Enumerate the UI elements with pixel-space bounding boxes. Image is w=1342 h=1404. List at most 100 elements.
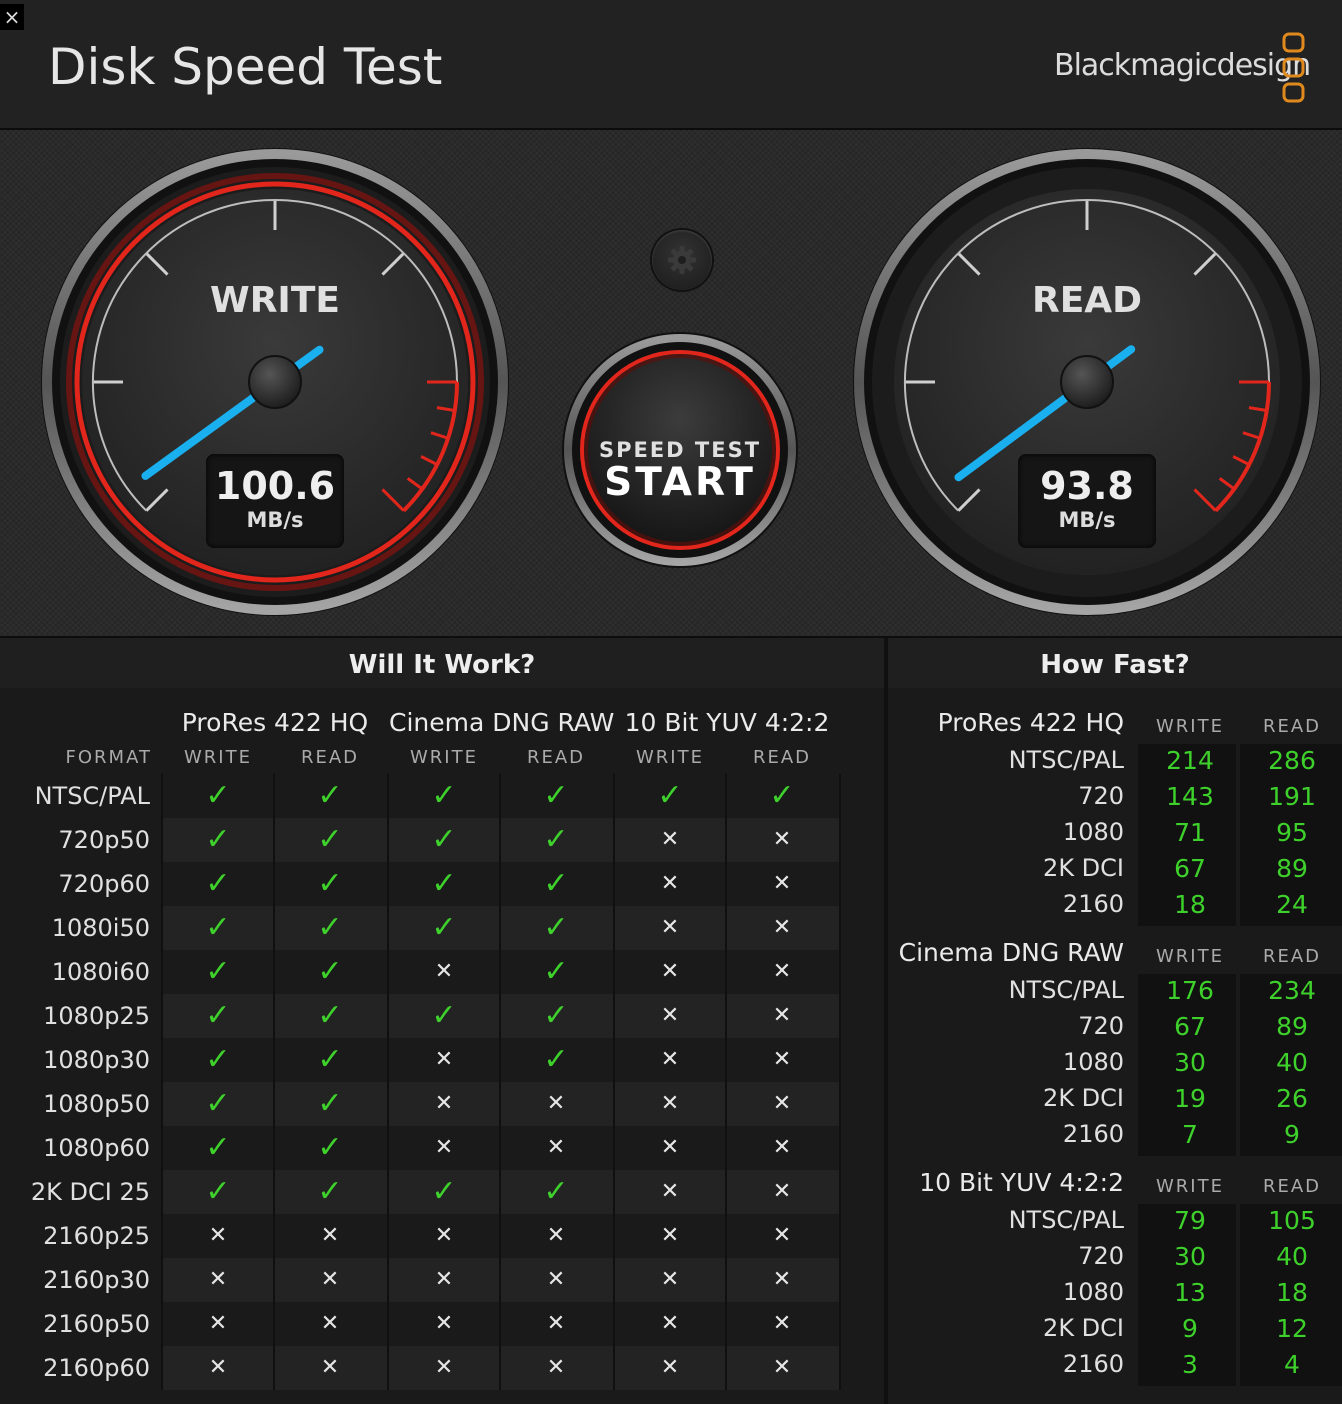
how-fast-write-value: 30	[1174, 1048, 1206, 1077]
close-icon: ×	[3, 5, 21, 29]
cross-icon: ✕	[434, 1047, 454, 1072]
read-write-column-header: WRITE	[636, 747, 704, 768]
check-icon: ✓	[431, 778, 457, 813]
table-row: 2K DCI 25 ✓ ✓ ✓ ✓ ✕ ✕	[0, 1170, 840, 1214]
how-fast-read-value: 40	[1276, 1048, 1308, 1077]
check-icon: ✓	[769, 778, 795, 813]
cross-icon: ✕	[660, 827, 680, 852]
will-it-work-header: Will It Work?	[0, 638, 884, 688]
check-icon: ✓	[317, 866, 343, 901]
how-fast-read-header: READ	[1262, 946, 1322, 967]
how-fast-write-header: WRITE	[1156, 716, 1224, 737]
how-fast-format-label: 2K DCI	[1043, 1314, 1124, 1342]
cross-icon: ✕	[660, 1091, 680, 1116]
how-fast-write-value: 79	[1174, 1206, 1206, 1235]
how-fast-format-label: 720	[1078, 1242, 1124, 1270]
how-fast-read-value: 9	[1284, 1120, 1300, 1149]
how-fast-write-value: 67	[1174, 1012, 1206, 1041]
how-fast-read-value: 191	[1268, 782, 1316, 811]
how-fast-write-value: 7	[1182, 1120, 1198, 1149]
format-label: NTSC/PAL	[34, 782, 150, 810]
how-fast-write-value: 13	[1174, 1278, 1206, 1307]
check-icon: ✓	[543, 866, 569, 901]
title-bar: × Disk Speed Test Blackmagicdesign	[0, 0, 1342, 130]
start-button[interactable]: SPEED TEST START	[582, 348, 778, 544]
read-speed-unit: MB/s	[1058, 508, 1116, 532]
cross-icon: ✕	[660, 1355, 680, 1380]
table-row: 2160p25 ✕ ✕ ✕ ✕ ✕ ✕	[0, 1214, 840, 1258]
how-fast-write-header: WRITE	[1156, 1176, 1224, 1197]
cross-icon: ✕	[434, 1267, 454, 1292]
cross-icon: ✕	[546, 1135, 566, 1160]
check-icon: ✓	[317, 822, 343, 857]
cross-icon: ✕	[434, 1223, 454, 1248]
cross-icon: ✕	[320, 1311, 340, 1336]
cross-icon: ✕	[434, 1135, 454, 1160]
how-fast-read-value: 26	[1276, 1084, 1308, 1113]
table-row: 1080p30 ✓ ✓ ✕ ✓ ✕ ✕	[0, 1038, 840, 1082]
how-fast-format-label: 2K DCI	[1043, 1084, 1124, 1112]
read-value-display: 93.8 MB/s	[1018, 454, 1156, 548]
cross-icon: ✕	[660, 1311, 680, 1336]
format-label: 1080p50	[43, 1090, 150, 1118]
read-write-column-header: READ	[300, 747, 360, 768]
check-icon: ✓	[543, 778, 569, 813]
how-fast-read-value: 105	[1268, 1206, 1316, 1235]
cross-icon: ✕	[434, 959, 454, 984]
cross-icon: ✕	[772, 1047, 792, 1072]
table-row: 2160p30 ✕ ✕ ✕ ✕ ✕ ✕	[0, 1258, 840, 1302]
gauge-panel: WRITE READ 100.6 MB/s 93.8 MB/s SPEED TE…	[0, 130, 1342, 638]
check-icon: ✓	[317, 1042, 343, 1077]
check-icon: ✓	[431, 822, 457, 857]
check-icon: ✓	[543, 822, 569, 857]
how-fast-read-value: 24	[1276, 890, 1308, 919]
check-icon: ✓	[205, 1174, 231, 1209]
how-fast-write-value: 176	[1166, 976, 1214, 1005]
how-fast-codec-header: 10 Bit YUV 4:2:2	[919, 1168, 1124, 1197]
how-fast-write-value: 30	[1174, 1242, 1206, 1271]
how-fast-format-label: 720	[1078, 1012, 1124, 1040]
how-fast-format-label: 2K DCI	[1043, 854, 1124, 882]
how-fast-read-value: 40	[1276, 1242, 1308, 1271]
how-fast-read-header: READ	[1262, 1176, 1322, 1197]
table-row: 1080i50 ✓ ✓ ✓ ✓ ✕ ✕	[0, 906, 840, 950]
read-write-column-header: READ	[526, 747, 586, 768]
check-icon: ✓	[543, 954, 569, 989]
close-button[interactable]: ×	[0, 4, 24, 30]
cross-icon: ✕	[320, 1355, 340, 1380]
format-label: 1080i50	[51, 914, 150, 942]
cross-icon: ✕	[660, 1047, 680, 1072]
how-fast-read-value: 234	[1268, 976, 1316, 1005]
how-fast-read-header: READ	[1262, 716, 1322, 737]
write-speed-unit: MB/s	[246, 508, 304, 532]
how-fast-write-value: 18	[1174, 890, 1206, 919]
how-fast-read-value: 89	[1276, 854, 1308, 883]
cross-icon: ✕	[772, 1003, 792, 1028]
brand-logo-icon	[1282, 32, 1305, 103]
format-label: 2160p60	[43, 1354, 150, 1382]
check-icon: ✓	[317, 954, 343, 989]
cross-icon: ✕	[772, 1355, 792, 1380]
format-label: 1080i60	[51, 958, 150, 986]
cross-icon: ✕	[772, 871, 792, 896]
check-icon: ✓	[205, 1042, 231, 1077]
how-fast-write-value: 143	[1166, 782, 1214, 811]
app-title: Disk Speed Test	[48, 38, 443, 96]
format-label: 1080p60	[43, 1134, 150, 1162]
start-button-label: START	[604, 460, 756, 505]
how-fast-format-label: 1080	[1062, 818, 1124, 846]
check-icon: ✓	[205, 778, 231, 813]
how-fast-write-value: 71	[1174, 818, 1206, 847]
check-icon: ✓	[205, 866, 231, 901]
check-icon: ✓	[205, 910, 231, 945]
check-icon: ✓	[543, 1042, 569, 1077]
how-fast-read-value: 12	[1276, 1314, 1308, 1343]
table-row: 1080p25 ✓ ✓ ✓ ✓ ✕ ✕	[0, 994, 840, 1038]
how-fast-format-label: 2160	[1062, 890, 1124, 918]
format-label: 2160p50	[43, 1310, 150, 1338]
settings-button[interactable]	[652, 230, 712, 290]
cross-icon: ✕	[772, 827, 792, 852]
format-label: 2160p30	[43, 1266, 150, 1294]
how-fast-format-label: 1080	[1062, 1278, 1124, 1306]
check-icon: ✓	[657, 778, 683, 813]
